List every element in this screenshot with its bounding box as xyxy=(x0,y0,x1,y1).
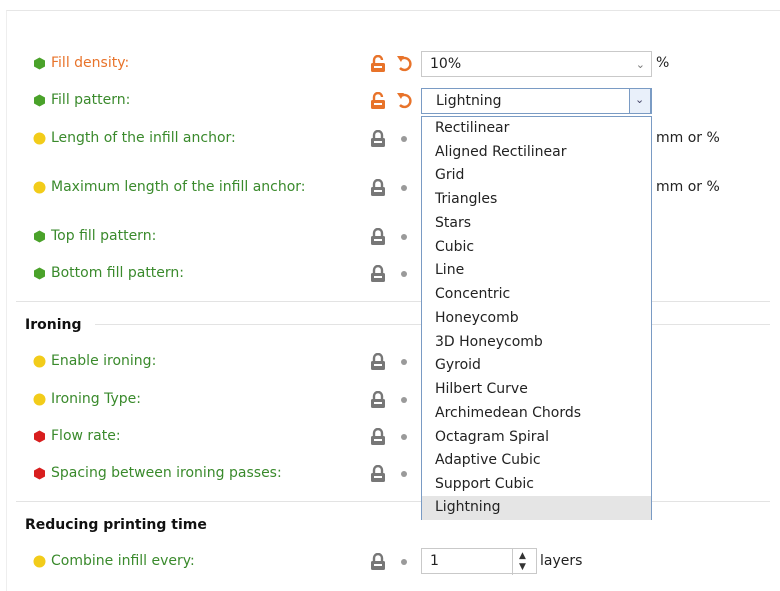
fill-pattern-value: Lightning xyxy=(436,93,502,109)
system-value-dot-icon xyxy=(401,397,407,403)
combine-infill-value: 1 xyxy=(430,553,439,569)
dropdown-option[interactable]: Grid xyxy=(422,164,651,188)
fill-pattern-label: Fill pattern: xyxy=(51,92,131,108)
system-value-dot-icon xyxy=(401,185,407,191)
bottom-fill-pattern-label: Bottom fill pattern: xyxy=(51,265,185,281)
chevron-down-icon[interactable]: ⌄ xyxy=(636,58,645,71)
infill-anchor-unit: mm or % xyxy=(656,130,720,146)
infill-anchor-label: Length of the infill anchor: xyxy=(51,130,236,146)
fill-pattern-combo[interactable]: Lightning xyxy=(421,88,652,114)
ironing-spacing-label: Spacing between ironing passes: xyxy=(51,465,282,481)
flow-rate-label: Flow rate: xyxy=(51,428,121,444)
max-infill-anchor-label: Maximum length of the infill anchor: xyxy=(51,179,306,195)
red-hex-icon xyxy=(33,430,46,443)
yellow-circle-icon xyxy=(33,132,46,145)
dropdown-option[interactable]: 3D Honeycomb xyxy=(422,331,651,355)
undo-arrow-icon[interactable] xyxy=(396,90,414,110)
red-hex-icon xyxy=(33,467,46,480)
undo-arrow-icon[interactable] xyxy=(396,53,414,73)
locked-lock-icon[interactable] xyxy=(370,227,386,246)
dropdown-option[interactable]: Support Cubic xyxy=(422,473,651,497)
dropdown-option[interactable]: Gyroid xyxy=(422,354,651,378)
system-value-dot-icon xyxy=(401,271,407,277)
locked-lock-icon[interactable] xyxy=(370,178,386,197)
yellow-circle-icon xyxy=(33,555,46,568)
yellow-circle-icon xyxy=(33,355,46,368)
dropdown-option[interactable]: Archimedean Chords xyxy=(422,402,651,426)
section-divider xyxy=(16,501,770,502)
green-hex-icon xyxy=(33,267,46,280)
locked-lock-icon[interactable] xyxy=(370,264,386,283)
combine-infill-row: Combine infill every: 1 layers xyxy=(0,548,780,574)
enable-ironing-label: Enable ironing: xyxy=(51,353,157,369)
enable-ironing-row: Enable ironing: xyxy=(0,350,780,374)
combine-infill-label: Combine infill every: xyxy=(51,553,195,569)
fill-density-row: Fill density: 10% ⌄ % xyxy=(0,51,780,77)
locked-lock-icon[interactable] xyxy=(370,552,386,571)
dropdown-option[interactable]: Honeycomb xyxy=(422,307,651,331)
system-value-dot-icon xyxy=(401,434,407,440)
max-infill-anchor-row: Maximum length of the infill anchor: mm … xyxy=(0,176,780,200)
system-value-dot-icon xyxy=(401,136,407,142)
fill-pattern-dropdown-button[interactable]: ⌄ xyxy=(629,88,651,114)
top-fill-pattern-row: Top fill pattern: xyxy=(0,225,780,249)
dropdown-option[interactable]: Rectilinear xyxy=(422,117,651,141)
ironing-type-label: Ironing Type: xyxy=(51,391,141,407)
dropdown-option[interactable]: Hilbert Curve xyxy=(422,378,651,402)
locked-lock-icon[interactable] xyxy=(370,129,386,148)
system-value-dot-icon xyxy=(401,471,407,477)
green-hex-icon xyxy=(33,57,46,70)
combine-infill-unit: layers xyxy=(540,553,583,569)
dropdown-option[interactable]: Adaptive Cubic xyxy=(422,449,651,473)
yellow-circle-icon xyxy=(33,393,46,406)
unlocked-lock-icon[interactable] xyxy=(370,54,386,73)
dropdown-option[interactable]: Triangles xyxy=(422,188,651,212)
locked-lock-icon[interactable] xyxy=(370,390,386,409)
dropdown-option[interactable]: Concentric xyxy=(422,283,651,307)
section-divider xyxy=(16,301,770,302)
system-value-dot-icon xyxy=(401,559,407,565)
fill-density-value: 10% xyxy=(430,56,462,72)
reducing-section-title: Reducing printing time xyxy=(25,517,207,533)
locked-lock-icon[interactable] xyxy=(370,464,386,483)
ironing-spacing-row: Spacing between ironing passes: xyxy=(0,462,780,486)
combine-infill-spinner[interactable]: ▲ ▼ xyxy=(512,549,537,575)
fill-density-combo[interactable]: 10% ⌄ xyxy=(421,51,652,77)
locked-lock-icon[interactable] xyxy=(370,352,386,371)
dropdown-option-selected[interactable]: Lightning xyxy=(422,496,651,520)
system-value-dot-icon xyxy=(401,234,407,240)
fill-pattern-dropdown-list: Rectilinear Aligned Rectilinear Grid Tri… xyxy=(421,116,652,520)
flow-rate-row: Flow rate: xyxy=(0,425,780,449)
top-fill-pattern-label: Top fill pattern: xyxy=(51,228,157,244)
dropdown-option[interactable]: Line xyxy=(422,259,651,283)
unlocked-lock-icon[interactable] xyxy=(370,91,386,110)
fill-density-unit: % xyxy=(656,55,670,71)
fill-density-label: Fill density: xyxy=(51,55,130,71)
green-hex-icon xyxy=(33,230,46,243)
spin-down-icon[interactable]: ▼ xyxy=(519,562,526,572)
dropdown-option[interactable]: Octagram Spiral xyxy=(422,426,651,450)
system-value-dot-icon xyxy=(401,359,407,365)
locked-lock-icon[interactable] xyxy=(370,427,386,446)
bottom-fill-pattern-row: Bottom fill pattern: xyxy=(0,262,780,286)
dropdown-option[interactable]: Aligned Rectilinear xyxy=(422,141,651,165)
spin-up-icon[interactable]: ▲ xyxy=(519,551,526,561)
ironing-type-row: Ironing Type: xyxy=(0,388,780,412)
chevron-down-icon: ⌄ xyxy=(635,93,645,106)
green-hex-icon xyxy=(33,94,46,107)
max-infill-anchor-unit: mm or % xyxy=(656,179,720,195)
fill-pattern-row: Fill pattern: Lightning xyxy=(0,88,780,114)
ironing-section-title: Ironing xyxy=(25,317,82,333)
yellow-circle-icon xyxy=(33,181,46,194)
infill-anchor-row: Length of the infill anchor: mm or % xyxy=(0,127,780,151)
dropdown-option[interactable]: Cubic xyxy=(422,236,651,260)
dropdown-option[interactable]: Stars xyxy=(422,212,651,236)
